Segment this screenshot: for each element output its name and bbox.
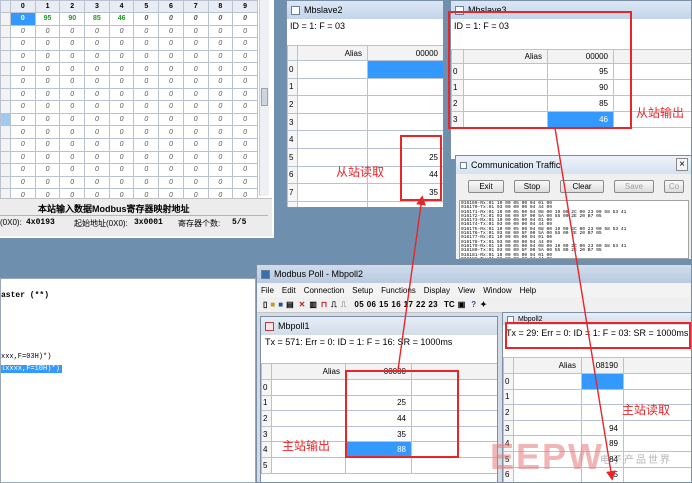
master-read-label: 主站读取 <box>622 403 671 417</box>
slave-to-master-arrow <box>554 127 616 481</box>
annotation-arrows <box>397 127 616 481</box>
slave-output-label: 从站输出 <box>636 106 685 120</box>
slave-read-label: 从站读取 <box>336 165 385 179</box>
master-output-label: 主站输出 <box>282 439 331 453</box>
master-to-slave-arrow <box>397 195 426 371</box>
